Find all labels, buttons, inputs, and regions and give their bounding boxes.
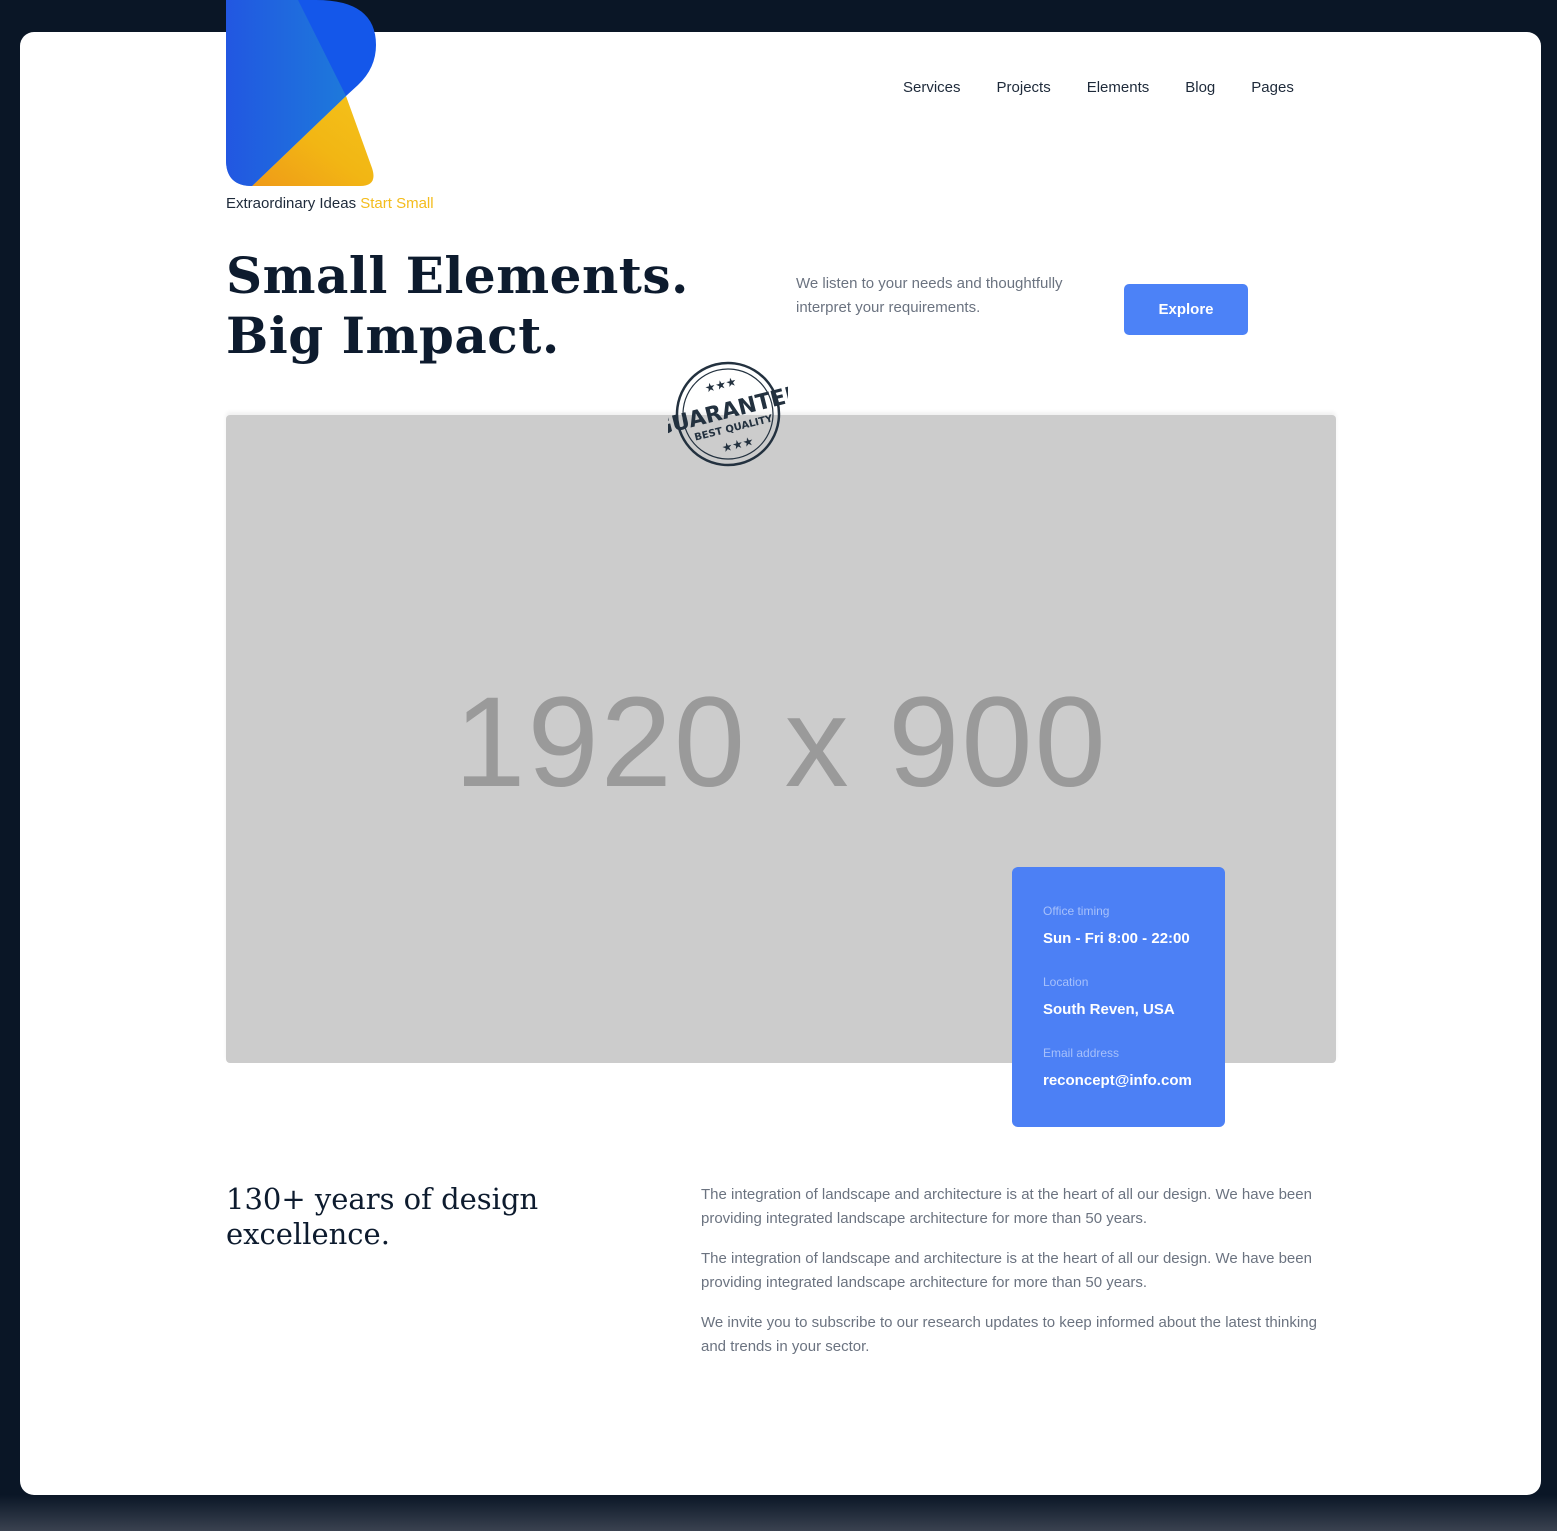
page-bottom [0, 1495, 1557, 1531]
about-paragraph: We invite you to subscribe to our resear… [701, 1314, 1317, 1355]
nav-elements[interactable]: Elements [1087, 79, 1150, 96]
office-timing-value: Sun - Fri 8:00 - 22:00 [1043, 930, 1190, 947]
nav-services[interactable]: Services [903, 79, 961, 96]
tagline-highlight: Start Small [360, 195, 434, 212]
nav-projects[interactable]: Projects [997, 79, 1051, 96]
nav-pages[interactable]: Pages [1251, 79, 1294, 96]
location-label: Location [1043, 975, 1089, 989]
svg-text:★★★: ★★★ [720, 434, 755, 455]
hero-title-line1: Small Elements. [226, 246, 689, 305]
guarantee-stamp: ★★★ GUARANTEE BEST QUALITY ★★★ [668, 361, 788, 467]
explore-button[interactable]: Explore [1124, 284, 1248, 335]
hero-title-line2: Big Impact. [226, 306, 560, 365]
nav-blog[interactable]: Blog [1185, 79, 1215, 96]
about-heading: 130+ years of design excellence. [226, 1182, 539, 1251]
tagline-text: Extraordinary Ideas [226, 195, 357, 212]
about-paragraph: The integration of landscape and archite… [701, 1186, 1312, 1227]
brand-tagline: Extraordinary Ideas Start Small [226, 195, 434, 212]
svg-text:★★★: ★★★ [703, 374, 738, 395]
contact-info-card: Office timing Sun - Fri 8:00 - 22:00 Loc… [1012, 867, 1225, 1127]
hero-lead: We listen to your needs and thoughtfully… [796, 275, 1063, 316]
main-nav: Services Projects Elements Blog Pages [903, 79, 1294, 96]
about-text: The integration of landscape and archite… [701, 1183, 1331, 1375]
location-value: South Reven, USA [1043, 1001, 1175, 1018]
brand-logo[interactable] [226, 0, 378, 188]
hero-title: Small Elements. Big Impact. [226, 246, 689, 366]
image-placeholder-text: 1920 x 900 [454, 670, 1108, 814]
about-paragraph: The integration of landscape and archite… [701, 1250, 1312, 1291]
email-link[interactable]: reconcept@info.com [1043, 1072, 1194, 1089]
email-label: Email address [1043, 1046, 1120, 1060]
office-timing-label: Office timing [1043, 904, 1110, 918]
